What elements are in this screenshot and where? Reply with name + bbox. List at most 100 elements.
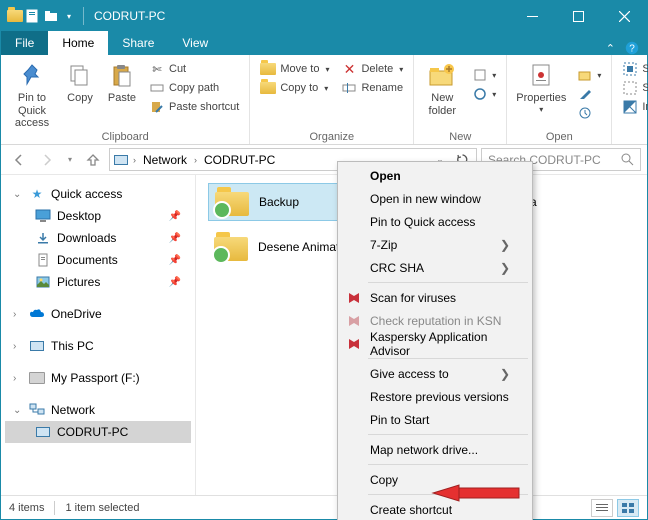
paste-shortcut-icon xyxy=(149,99,165,115)
forward-button[interactable] xyxy=(35,148,59,172)
submenu-arrow-icon: ❯ xyxy=(500,261,510,275)
ctx-crc-sha[interactable]: CRC SHA❯ xyxy=(340,256,530,279)
select-all-button[interactable]: Select all xyxy=(618,60,648,78)
computer-icon xyxy=(35,424,51,440)
breadcrumb-network[interactable]: Network xyxy=(141,153,189,167)
new-item-button[interactable]: ▾ xyxy=(468,66,500,84)
sidebar-item-quick-access[interactable]: ⌄★Quick access xyxy=(5,183,191,205)
kaspersky-icon xyxy=(346,336,362,352)
details-view-button[interactable] xyxy=(591,499,613,517)
rename-button[interactable]: Rename xyxy=(337,79,407,97)
sidebar-item-downloads[interactable]: Downloads📌 xyxy=(5,227,191,249)
ribbon: Pin to Quick access Copy Paste ✄Cut Copy… xyxy=(1,55,647,145)
minimize-button[interactable] xyxy=(509,1,555,31)
qat-dropdown-icon[interactable]: ▾ xyxy=(61,8,77,24)
pin-quick-access-button[interactable]: Pin to Quick access xyxy=(7,58,57,130)
ribbon-group-organize: Move to▾ Copy to▾ ✕Delete▾ Rename Organi… xyxy=(250,55,414,144)
edit-button[interactable] xyxy=(573,85,605,103)
ctx-scan-viruses[interactable]: Scan for viruses xyxy=(340,286,530,309)
navigation-pane: ⌄★Quick access Desktop📌 Downloads📌 Docum… xyxy=(1,175,196,495)
sidebar-item-onedrive[interactable]: ›OneDrive xyxy=(5,303,191,325)
downloads-icon xyxy=(35,230,51,246)
kaspersky-icon xyxy=(346,290,362,306)
delete-button[interactable]: ✕Delete▾ xyxy=(337,60,407,78)
ctx-give-access[interactable]: Give access to❯ xyxy=(340,362,530,385)
recent-dropdown[interactable]: ▾ xyxy=(63,148,77,172)
select-none-button[interactable]: Select none xyxy=(618,79,648,97)
ctx-open[interactable]: Open xyxy=(340,164,530,187)
ctx-kaspersky-advisor[interactable]: Kaspersky Application Advisor xyxy=(340,332,530,355)
open-dropdown-button[interactable]: ▾ xyxy=(573,66,605,84)
ctx-open-new-window[interactable]: Open in new window xyxy=(340,187,530,210)
open-icon xyxy=(577,67,593,83)
close-button[interactable] xyxy=(601,1,647,31)
history-button[interactable] xyxy=(573,104,605,122)
tab-share[interactable]: Share xyxy=(108,31,168,55)
qat-properties-icon[interactable] xyxy=(25,8,41,24)
sidebar-item-this-pc[interactable]: ›This PC xyxy=(5,335,191,357)
window-title: CODRUT-PC xyxy=(94,9,165,23)
copy-to-button[interactable]: Copy to▾ xyxy=(256,79,333,97)
chevron-right-icon[interactable]: › xyxy=(191,155,200,165)
drive-icon xyxy=(29,370,45,386)
ctx-pin-start[interactable]: Pin to Start xyxy=(340,408,530,431)
select-none-icon xyxy=(622,80,638,96)
status-item-count: 4 items xyxy=(9,502,44,514)
invert-selection-icon xyxy=(622,99,638,115)
paste-button[interactable]: Paste xyxy=(103,58,141,105)
sidebar-item-desktop[interactable]: Desktop📌 xyxy=(5,205,191,227)
quick-access-toolbar: ▾ xyxy=(7,8,77,24)
chevron-right-icon: › xyxy=(13,373,23,384)
ctx-pin-quick-access[interactable]: Pin to Quick access xyxy=(340,210,530,233)
ribbon-group-clipboard: Pin to Quick access Copy Paste ✄Cut Copy… xyxy=(1,55,250,144)
invert-selection-button[interactable]: Invert selection xyxy=(618,98,648,116)
easy-access-button[interactable]: ▾ xyxy=(468,85,500,103)
ribbon-group-select: Select all Select none Invert selection … xyxy=(612,55,648,144)
copy-path-button[interactable]: Copy path xyxy=(145,79,243,97)
chevron-right-icon[interactable]: › xyxy=(130,155,139,165)
pin-icon: 📌 xyxy=(169,277,187,288)
up-button[interactable] xyxy=(81,148,105,172)
ctx-map-drive[interactable]: Map network drive... xyxy=(340,438,530,461)
ctx-7zip[interactable]: 7-Zip❯ xyxy=(340,233,530,256)
body: ⌄★Quick access Desktop📌 Downloads📌 Docum… xyxy=(1,175,647,495)
paste-shortcut-button[interactable]: Paste shortcut xyxy=(145,98,243,116)
submenu-arrow-icon: ❯ xyxy=(500,367,510,381)
maximize-button[interactable] xyxy=(555,1,601,31)
copy-path-icon xyxy=(149,80,165,96)
chevron-down-icon: ⌄ xyxy=(13,405,23,416)
pin-icon: 📌 xyxy=(169,233,187,244)
properties-button[interactable]: Properties ▾ xyxy=(513,58,569,114)
sidebar-item-network[interactable]: ⌄Network xyxy=(5,399,191,421)
tab-view[interactable]: View xyxy=(168,31,222,55)
sidebar-item-host[interactable]: CODRUT-PC xyxy=(5,421,191,443)
new-folder-button[interactable]: New folder xyxy=(420,58,464,117)
file-explorer-window: ▾ CODRUT-PC File Home Share View ⌃ ? Pin… xyxy=(0,0,648,520)
breadcrumb-host[interactable]: CODRUT-PC xyxy=(202,153,277,167)
sidebar-item-my-passport[interactable]: ›My Passport (F:) xyxy=(5,367,191,389)
window-icon[interactable] xyxy=(7,8,23,24)
delete-icon: ✕ xyxy=(341,61,357,77)
back-button[interactable] xyxy=(7,148,31,172)
easy-access-icon xyxy=(472,86,488,102)
copy-button[interactable]: Copy xyxy=(61,58,99,105)
separator xyxy=(368,282,528,283)
sidebar-item-documents[interactable]: Documents📌 xyxy=(5,249,191,271)
tab-home[interactable]: Home xyxy=(48,31,108,55)
tab-file[interactable]: File xyxy=(1,31,48,55)
qat-new-folder-icon[interactable] xyxy=(43,8,59,24)
ctx-restore-versions[interactable]: Restore previous versions xyxy=(340,385,530,408)
edit-icon xyxy=(577,86,593,102)
move-to-icon xyxy=(260,61,276,77)
move-to-button[interactable]: Move to▾ xyxy=(256,60,333,78)
this-pc-icon xyxy=(29,338,45,354)
cut-button[interactable]: ✄Cut xyxy=(145,60,243,78)
icons-view-button[interactable] xyxy=(617,499,639,517)
status-selected-count: 1 item selected xyxy=(65,502,139,514)
submenu-arrow-icon: ❯ xyxy=(500,238,510,252)
kaspersky-icon xyxy=(346,313,362,329)
ribbon-collapse-icon[interactable]: ⌃ xyxy=(606,42,615,55)
help-icon[interactable]: ? xyxy=(625,41,639,55)
sidebar-item-pictures[interactable]: Pictures📌 xyxy=(5,271,191,293)
new-folder-icon xyxy=(426,60,458,92)
